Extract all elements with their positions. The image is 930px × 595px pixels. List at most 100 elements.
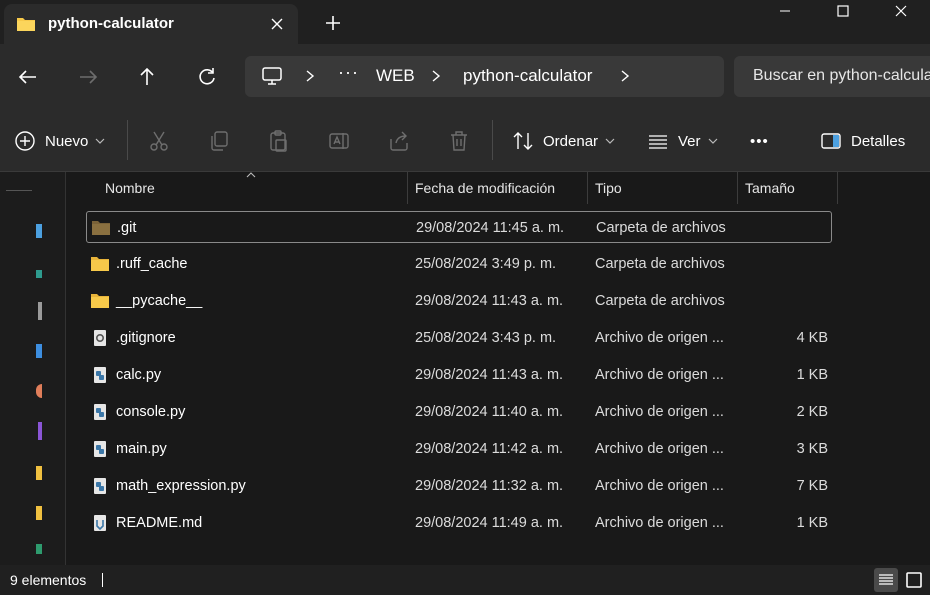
nav-item-icon[interactable]: [36, 544, 42, 554]
nav-item-icon[interactable]: [36, 384, 42, 398]
copy-icon[interactable]: [207, 129, 231, 153]
computer-icon: [262, 67, 282, 85]
sort-icon: [513, 132, 533, 150]
details-pane-icon: [821, 133, 841, 149]
tab-title: python-calculator: [48, 15, 174, 32]
tab-python-calculator[interactable]: python-calculator: [4, 4, 298, 44]
status-bar: 9 elementos: [0, 565, 930, 595]
divider: [492, 120, 493, 160]
file-date: 29/08/2024 11:49 a. m.: [415, 515, 564, 531]
more-options-button[interactable]: •••: [742, 126, 769, 156]
table-row[interactable]: .git 29/08/2024 11:45 a. m. Carpeta de a…: [86, 211, 832, 243]
view-button[interactable]: Ver: [647, 126, 718, 156]
file-date: 25/08/2024 3:49 p. m.: [415, 256, 557, 272]
details-button[interactable]: Detalles: [820, 126, 905, 156]
file-type: Archivo de origen ...: [595, 330, 724, 346]
status-divider: [102, 573, 103, 587]
nav-item-icon[interactable]: [36, 344, 42, 358]
nav-item-icon[interactable]: [36, 270, 42, 278]
file-list[interactable]: Nombre Fecha de modificación Tipo Tamaño…: [67, 172, 930, 565]
rename-icon[interactable]: [327, 129, 351, 153]
table-row[interactable]: .ruff_cache 25/08/2024 3:49 p. m. Carpet…: [86, 248, 832, 280]
file-date: 29/08/2024 11:43 a. m.: [415, 367, 564, 383]
sort-ascending-icon: [246, 172, 256, 178]
file-type: Carpeta de archivos: [595, 293, 725, 309]
chevron-down-icon: [605, 138, 615, 144]
maximize-icon[interactable]: [820, 0, 866, 26]
chevron-down-icon: [708, 138, 717, 144]
large-icons-view-icon[interactable]: [902, 568, 926, 592]
settings-file-icon: [94, 330, 106, 346]
python-file-icon: [94, 367, 106, 383]
table-row[interactable]: README.md 29/08/2024 11:49 a. m. Archivo…: [86, 507, 832, 539]
column-header-size-label: Tamaño: [745, 180, 795, 196]
table-row[interactable]: calc.py 29/08/2024 11:43 a. m. Archivo d…: [86, 359, 832, 391]
python-file-icon: [94, 478, 106, 494]
markdown-file-icon: [94, 515, 106, 531]
divider: [127, 120, 128, 160]
breadcrumb-overflow[interactable]: ···: [338, 62, 359, 83]
column-header-date[interactable]: Fecha de modificación: [408, 172, 587, 204]
file-type: Archivo de origen ...: [595, 515, 724, 531]
table-row[interactable]: console.py 29/08/2024 11:40 a. m. Archiv…: [86, 396, 832, 428]
minimize-icon[interactable]: [762, 0, 808, 26]
folder-icon: [17, 18, 35, 31]
table-row[interactable]: main.py 29/08/2024 11:42 a. m. Archivo d…: [86, 433, 832, 465]
arrow-up-icon[interactable]: [133, 63, 161, 91]
navigation-pane[interactable]: [0, 172, 66, 565]
arrow-left-icon[interactable]: [14, 63, 42, 91]
refresh-icon[interactable]: [193, 63, 221, 91]
title-bar: python-calculator: [0, 0, 930, 44]
file-name: console.py: [116, 404, 186, 420]
column-header-name-label: Nombre: [105, 180, 155, 196]
table-row[interactable]: math_expression.py 29/08/2024 11:32 a. m…: [86, 470, 832, 502]
details-view-icon[interactable]: [874, 568, 898, 592]
close-icon[interactable]: [878, 0, 924, 26]
file-date: 29/08/2024 11:42 a. m.: [415, 441, 564, 457]
column-header-date-label: Fecha de modificación: [415, 180, 556, 196]
nav-item-icon[interactable]: [38, 302, 42, 320]
python-file-icon: [94, 441, 106, 457]
share-icon[interactable]: [387, 129, 411, 153]
delete-icon[interactable]: [447, 129, 471, 153]
file-size: 2 KB: [796, 404, 828, 420]
cut-icon[interactable]: [147, 129, 171, 153]
file-name: README.md: [116, 515, 203, 531]
file-type: Archivo de origen ...: [595, 441, 724, 457]
nav-item-icon[interactable]: [38, 422, 42, 440]
table-row[interactable]: __pycache__ 29/08/2024 11:43 a. m. Carpe…: [86, 285, 832, 317]
paste-icon[interactable]: [267, 129, 291, 153]
search-input[interactable]: Buscar en python-calculator: [734, 56, 930, 97]
chevron-right-icon[interactable]: [429, 68, 443, 84]
arrow-right-icon[interactable]: [74, 63, 102, 91]
file-date: 25/08/2024 3:43 p. m.: [415, 330, 557, 346]
nav-item-icon[interactable]: [36, 506, 42, 520]
sort-button[interactable]: Ordenar: [512, 126, 615, 156]
command-bar: Nuevo Ordenar Ver ••• Detalles: [0, 110, 930, 172]
column-header-size[interactable]: Tamaño: [738, 172, 837, 204]
address-bar[interactable]: ··· WEB python-calculator: [245, 56, 724, 97]
column-header-name[interactable]: Nombre: [67, 172, 407, 204]
file-name: __pycache__: [116, 293, 203, 309]
close-tab-icon[interactable]: [267, 14, 287, 34]
file-type: Archivo de origen ...: [595, 404, 724, 420]
chevron-right-icon[interactable]: [618, 68, 632, 84]
file-date: 29/08/2024 11:43 a. m.: [415, 293, 564, 309]
nav-item-icon[interactable]: [36, 224, 42, 238]
column-divider[interactable]: [837, 172, 838, 204]
file-size: 1 KB: [796, 515, 828, 531]
plus-icon[interactable]: [322, 12, 344, 34]
chevron-right-icon[interactable]: [303, 68, 317, 84]
search-placeholder: Buscar en python-calculator: [753, 67, 930, 84]
file-type: Carpeta de archivos: [596, 220, 726, 236]
item-count: 9 elementos: [10, 572, 87, 588]
sort-label: Ordenar: [543, 132, 599, 150]
file-name: calc.py: [116, 367, 162, 383]
table-row[interactable]: .gitignore 25/08/2024 3:43 p. m. Archivo…: [86, 322, 832, 354]
view-list-icon: [649, 135, 667, 149]
breadcrumb-python-calculator[interactable]: python-calculator: [463, 66, 592, 86]
nav-item-icon[interactable]: [36, 466, 42, 480]
new-button[interactable]: Nuevo: [14, 126, 105, 156]
breadcrumb-web[interactable]: WEB: [376, 66, 415, 86]
column-header-type[interactable]: Tipo: [588, 172, 737, 204]
